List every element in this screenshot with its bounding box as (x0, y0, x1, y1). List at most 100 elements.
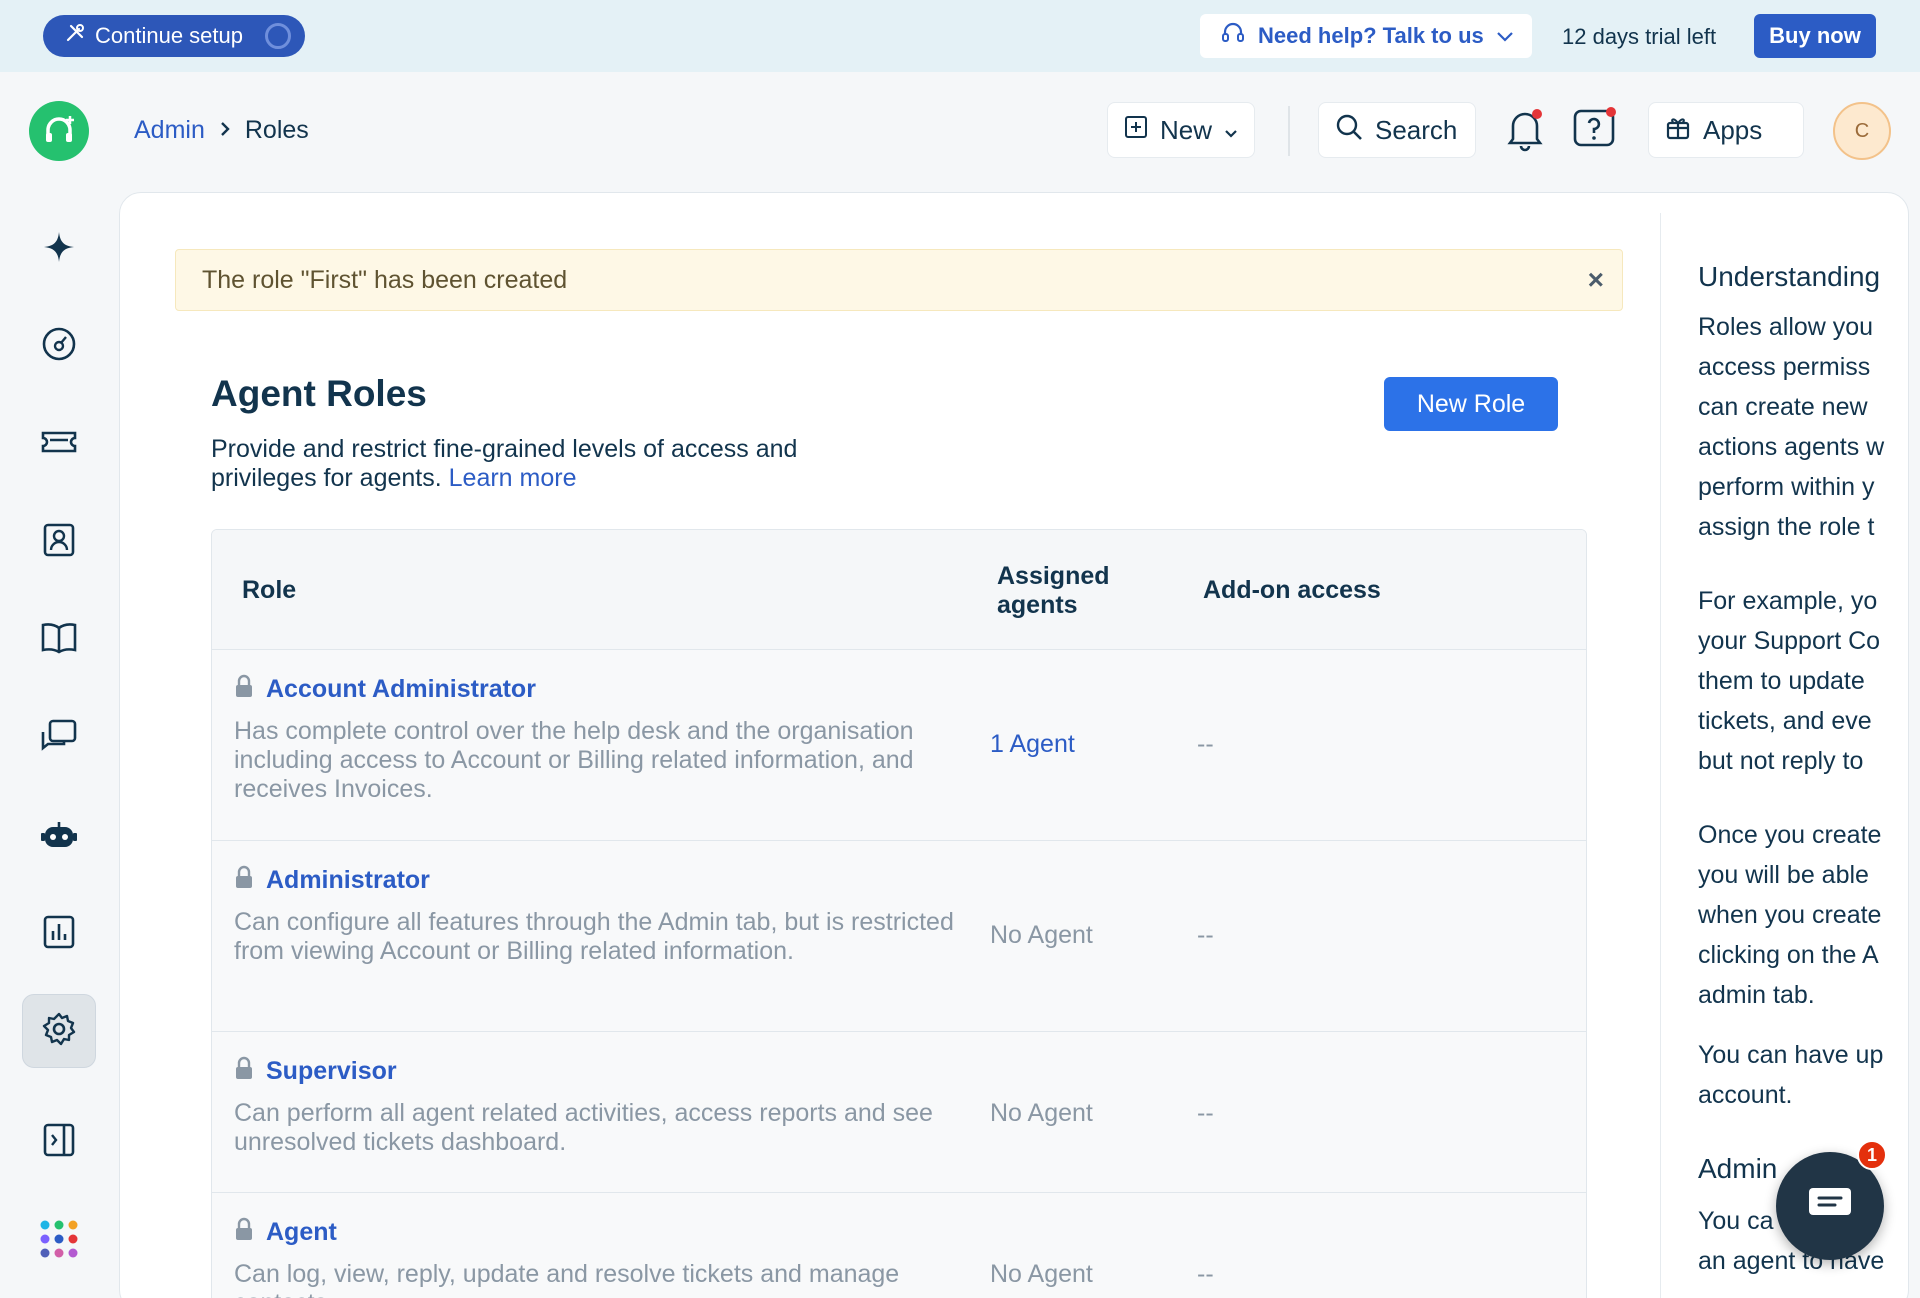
assigned-agents-value: No Agent (990, 1260, 1093, 1288)
chevron-down-icon (1496, 23, 1514, 49)
addon-access-value: -- (1197, 1099, 1214, 1127)
chat-bubbles-icon (40, 718, 78, 759)
bot-icon (40, 819, 78, 856)
assigned-agents-value: No Agent (990, 1099, 1093, 1127)
ticket-icon (40, 427, 78, 462)
help-panel: Understanding Roles allow you access per… (1698, 193, 1898, 1298)
addon-access-value: -- (1197, 1260, 1214, 1288)
bar-chart-icon (42, 914, 76, 955)
need-help-label: Need help? Talk to us (1258, 23, 1484, 48)
sparkle-icon (41, 229, 77, 270)
table-header: Role Assigned agents Add-on access (212, 530, 1586, 650)
sidebar-item-tickets[interactable] (22, 407, 96, 481)
help-paragraph: You can have up account. (1698, 1041, 1884, 1109)
column-header-role: Role (242, 576, 297, 604)
gear-icon (41, 1011, 77, 1052)
help-paragraph: Once you create you will be able when yo… (1698, 821, 1882, 1009)
search-button[interactable]: Search (1318, 102, 1476, 158)
trial-days-left: 12 days trial left (1562, 24, 1717, 49)
headset-icon (1220, 20, 1246, 52)
sidebar-item-app-switcher[interactable] (22, 1204, 96, 1278)
lock-icon (234, 865, 254, 896)
sidebar-item-admin[interactable] (22, 994, 96, 1068)
lock-icon (234, 1217, 254, 1248)
role-link[interactable]: Supervisor (234, 1056, 397, 1087)
column-header-addon-access: Add-on access (1203, 576, 1381, 604)
breadcrumb: Admin Roles (134, 116, 309, 145)
user-avatar[interactable]: C (1833, 102, 1891, 160)
sidebar-expand[interactable] (22, 1105, 96, 1179)
sidebar-expand-icon (42, 1122, 76, 1163)
lock-icon (234, 1056, 254, 1087)
close-icon[interactable]: × (1588, 264, 1604, 296)
trial-bar: Continue setup Need help? Talk to us 12 … (0, 0, 1920, 72)
notifications-bell-icon[interactable] (1503, 106, 1547, 152)
sidebar-item-bots[interactable] (22, 800, 96, 874)
help-question-icon[interactable] (1572, 106, 1618, 152)
roles-table: Role Assigned agents Add-on access Accou… (211, 529, 1587, 1298)
lock-icon (234, 674, 254, 705)
app-grid-icon (39, 1219, 79, 1264)
main-content: The role "First" has been created × Agen… (119, 192, 1909, 1298)
role-description: Can configure all features through the A… (234, 908, 954, 965)
sidebar-item-contacts[interactable] (22, 505, 96, 579)
chevron-down-icon (1224, 115, 1238, 146)
continue-setup-button[interactable]: Continue setup (43, 15, 305, 57)
role-name: Administrator (266, 866, 430, 894)
help-paragraph: Roles allow you access permiss can creat… (1698, 313, 1885, 541)
role-link[interactable]: Agent (234, 1217, 337, 1248)
role-link[interactable]: Account Administrator (234, 674, 536, 705)
success-alert: The role "First" has been created × (175, 249, 1623, 311)
setup-progress-ring (265, 23, 291, 49)
new-role-button[interactable]: New Role (1384, 377, 1558, 431)
sidebar-item-reports[interactable] (22, 897, 96, 971)
chat-unread-badge: 1 (1857, 1140, 1887, 1170)
apps-button[interactable]: Apps (1648, 102, 1804, 158)
role-link[interactable]: Administrator (234, 865, 430, 896)
gift-icon (1665, 114, 1691, 147)
addon-access-value: -- (1197, 730, 1214, 758)
assigned-agents-value: No Agent (990, 921, 1093, 949)
role-name: Account Administrator (266, 675, 536, 703)
gauge-icon (41, 326, 77, 367)
new-label: New (1160, 114, 1213, 145)
tools-icon (65, 23, 85, 49)
help-paragraph: For example, yo your Support Co them to … (1698, 587, 1881, 775)
page-title: Agent Roles (211, 373, 427, 414)
chevron-right-icon (219, 118, 231, 144)
new-button[interactable]: New (1107, 102, 1255, 158)
breadcrumb-current: Roles (244, 116, 309, 144)
need-help-button[interactable]: Need help? Talk to us (1200, 14, 1532, 58)
table-row: Administrator Can configure all features… (212, 841, 1586, 1032)
continue-setup-label: Continue setup (95, 23, 243, 48)
table-row: Supervisor Can perform all agent related… (212, 1032, 1586, 1193)
book-icon (40, 621, 78, 660)
assigned-agents-link[interactable]: 1 Agent (990, 730, 1075, 759)
sidebar-item-forums[interactable] (22, 701, 96, 775)
column-header-assigned-agents: Assigned agents (997, 562, 1110, 619)
sidebar-item-dashboard[interactable] (22, 309, 96, 383)
apps-label: Apps (1703, 114, 1763, 145)
buy-now-button[interactable]: Buy now (1754, 14, 1876, 58)
role-name: Supervisor (266, 1057, 397, 1085)
table-row: Account Administrator Has complete contr… (212, 650, 1586, 841)
header-divider (1288, 106, 1290, 156)
sidebar-item-freddy[interactable] (22, 212, 96, 286)
page-description: Provide and restrict fine-grained levels… (211, 435, 891, 493)
freshdesk-logo[interactable] (29, 101, 89, 161)
search-label: Search (1375, 114, 1458, 145)
plus-square-icon (1124, 115, 1148, 146)
contact-card-icon (42, 522, 76, 563)
help-panel-title: Understanding (1698, 261, 1881, 292)
sidebar-item-solutions[interactable] (22, 603, 96, 677)
chat-bubble-icon (1807, 1185, 1853, 1228)
role-description: Has complete control over the help desk … (234, 717, 914, 803)
role-name: Agent (266, 1218, 337, 1246)
breadcrumb-admin-link[interactable]: Admin (134, 116, 205, 145)
role-description: Can perform all agent related activities… (234, 1099, 933, 1156)
addon-access-value: -- (1197, 921, 1214, 949)
search-icon (1335, 113, 1363, 148)
alert-message: The role "First" has been created (202, 265, 568, 294)
learn-more-link[interactable]: Learn more (449, 464, 577, 492)
help-panel-subtitle: Admin (1698, 1153, 1778, 1184)
